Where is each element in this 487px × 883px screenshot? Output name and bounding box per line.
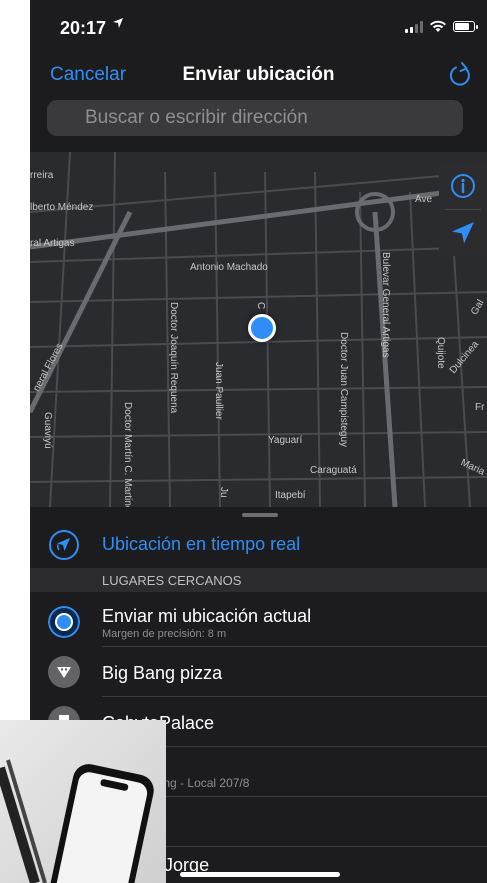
wifi-icon bbox=[430, 20, 446, 32]
live-location-icon bbox=[49, 530, 79, 560]
map-controls-divider bbox=[445, 209, 481, 210]
current-location-icon bbox=[48, 606, 80, 638]
pizza-icon bbox=[48, 656, 80, 688]
row-separator bbox=[102, 696, 487, 697]
map-view[interactable]: rreira lberto Méndez ral Artigas Ave Ant… bbox=[30, 152, 487, 507]
status-indicators bbox=[405, 20, 478, 33]
street-label: Doctor Joaquín Requena bbox=[168, 302, 179, 414]
street-label: Antonio Machado bbox=[190, 262, 268, 273]
street-label: Juan Paullier bbox=[213, 362, 224, 420]
info-icon[interactable] bbox=[447, 170, 479, 202]
refresh-icon[interactable] bbox=[445, 60, 475, 90]
list-item-title: Enviar mi ubicación actual bbox=[102, 606, 312, 626]
street-label: Doctor Juan Campisteguy bbox=[338, 332, 349, 448]
phone-photo bbox=[0, 720, 166, 883]
sheet-grabber[interactable] bbox=[242, 513, 278, 517]
list-item[interactable]: Enviar mi ubicación actual Margen de pre… bbox=[30, 598, 487, 646]
home-indicator bbox=[180, 872, 340, 877]
status-time: 20:17 bbox=[60, 18, 107, 38]
street-label: Fr bbox=[475, 402, 485, 413]
battery-level bbox=[455, 23, 469, 30]
live-location-row[interactable]: Ubicación en tiempo real bbox=[30, 525, 487, 565]
live-location-label: Ubicación en tiempo real bbox=[102, 534, 301, 554]
nearby-header-label: LUGARES CERCANOS bbox=[102, 573, 242, 588]
search-bar[interactable] bbox=[47, 100, 463, 136]
street-label: Yaguarí bbox=[268, 435, 303, 446]
location-services-icon bbox=[113, 18, 123, 28]
street-label: Ju bbox=[218, 487, 229, 498]
navigation-bar: Cancelar Enviar ubicación bbox=[30, 58, 487, 94]
page-title: Enviar ubicación bbox=[182, 64, 335, 85]
street-label: Bulevar General Artigas bbox=[380, 252, 391, 358]
nearby-section-header: LUGARES CERCANOS bbox=[30, 568, 487, 592]
list-item-subtitle: Margen de precisión: 8 m bbox=[102, 628, 227, 640]
phone-illustration bbox=[0, 759, 154, 883]
street-label: lberto Méndez bbox=[30, 202, 94, 213]
street-label: Ave bbox=[415, 194, 433, 205]
location-arrow-icon[interactable] bbox=[447, 217, 479, 249]
street-label: Guaviyú bbox=[42, 412, 53, 449]
row-separator bbox=[102, 646, 487, 647]
status-bar: 20:17 bbox=[30, 0, 487, 52]
street-label: Doctor Martín C. Martine bbox=[122, 402, 133, 507]
signal-icon bbox=[405, 20, 423, 33]
street-label: C bbox=[255, 302, 266, 310]
list-item[interactable]: Big Bang pizza bbox=[30, 650, 487, 694]
search-input[interactable] bbox=[47, 100, 463, 136]
street-label: Quijote bbox=[435, 337, 446, 369]
street-label: Itapebí bbox=[275, 490, 306, 501]
street-label: Caraguatá bbox=[310, 465, 357, 476]
street-label: ral Artigas bbox=[30, 238, 75, 249]
current-location-pin bbox=[248, 314, 276, 342]
list-item-title: Big Bang pizza bbox=[102, 663, 223, 683]
map-controls bbox=[439, 162, 487, 256]
battery-icon bbox=[453, 21, 478, 32]
street-label: rreira bbox=[30, 170, 54, 181]
